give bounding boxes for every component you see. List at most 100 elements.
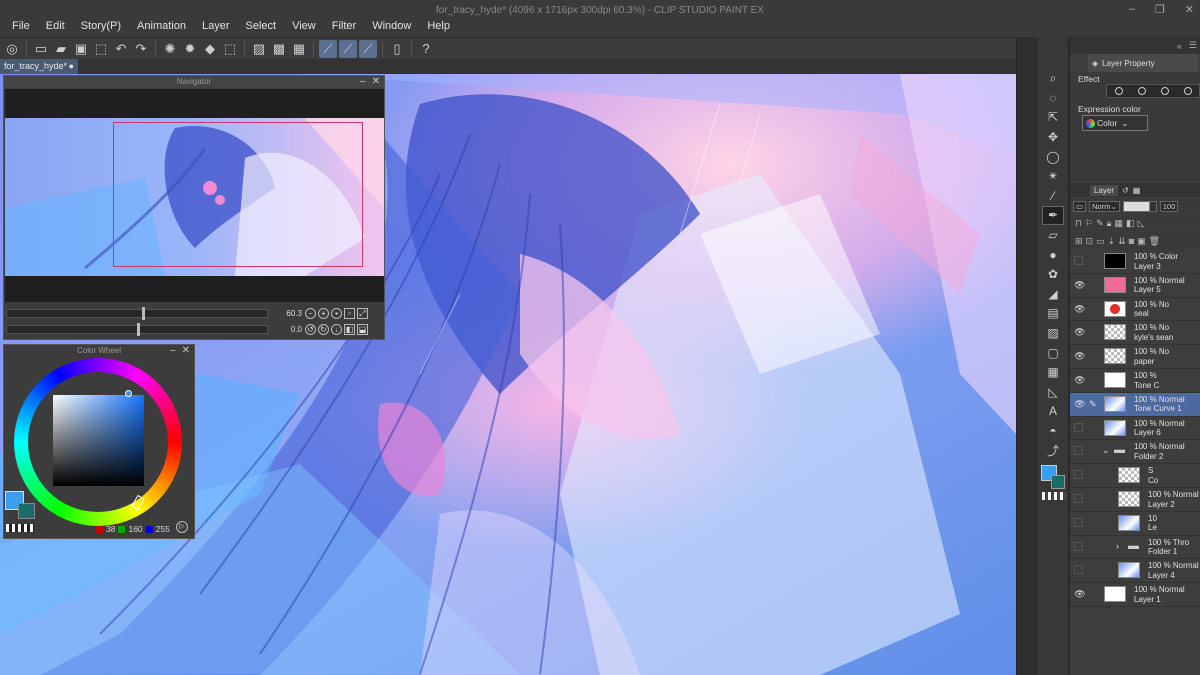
visibility-toggle-icon[interactable]: 👁︎: [1074, 375, 1085, 385]
layer-row[interactable]: 100 % Color Layer 3: [1070, 250, 1200, 274]
maximize-button[interactable]: ❐: [1155, 3, 1165, 16]
show-selection-icon[interactable]: ▦: [290, 40, 308, 58]
visibility-toggle-icon[interactable]: 👁︎: [1074, 589, 1085, 599]
rectangle-icon[interactable]: ▢: [1042, 343, 1064, 362]
snap-grid-icon[interactable]: ⟋: [359, 39, 377, 58]
color-picker-marker[interactable]: [125, 390, 132, 397]
opacity-slider[interactable]: [1122, 200, 1157, 212]
export-icon[interactable]: ⬚: [92, 40, 110, 58]
visibility-toggle-icon[interactable]: 👁︎: [1074, 399, 1085, 409]
zoom-slider-knob[interactable]: [142, 306, 146, 320]
apply-mask-icon[interactable]: ▣: [1137, 236, 1146, 247]
fit-navigator-icon[interactable]: ⤢: [357, 307, 368, 319]
layer-row[interactable]: › ▬ 100 % Thro Folder 1: [1070, 535, 1200, 560]
lasso-select-icon[interactable]: ◯: [1042, 147, 1064, 166]
menu-layer[interactable]: Layer: [194, 20, 238, 32]
layer-row[interactable]: 👁︎ 100 % No paper: [1070, 345, 1200, 369]
rotation-slider-knob[interactable]: [137, 322, 140, 336]
saturation-value-square[interactable]: [53, 395, 144, 486]
flip-horizontal-icon[interactable]: ◧: [344, 323, 355, 335]
folder-expand-icon[interactable]: ⌄: [1102, 445, 1110, 456]
snap-ruler-icon[interactable]: ⟋: [319, 39, 337, 58]
layer-row[interactable]: ⌄ ▬ 100 % Normal Folder 2: [1070, 440, 1200, 465]
balloon-icon[interactable]: ◓: [1042, 422, 1064, 441]
mask-icon[interactable]: ◙: [1129, 236, 1134, 246]
redo-icon[interactable]: ↷: [132, 40, 150, 58]
navigator-view-frame[interactable]: [113, 122, 363, 267]
tab-autoaction-icon[interactable]: ▦: [1133, 186, 1141, 195]
layer-row[interactable]: 👁︎ 100 % Tone C: [1070, 369, 1200, 393]
visibility-toggle-icon[interactable]: [1074, 256, 1083, 265]
visibility-toggle-icon[interactable]: [1074, 541, 1083, 551]
visibility-toggle-icon[interactable]: 👁︎: [1074, 327, 1085, 337]
layer-row[interactable]: 👁︎ 100 % No kyle's sean: [1070, 321, 1200, 346]
color-wheel-close-button[interactable]: ✕: [182, 345, 190, 357]
sub-color-swatch[interactable]: [1051, 475, 1065, 489]
collapse-icon[interactable]: «: [1177, 41, 1182, 51]
navigator-minimize-button[interactable]: –: [360, 76, 366, 88]
visibility-toggle-icon[interactable]: [1074, 517, 1083, 527]
snap-special-ruler-icon[interactable]: ⟋: [339, 39, 357, 58]
clear-outside-icon[interactable]: ✹: [181, 40, 199, 58]
new-folder-icon[interactable]: ▭: [1096, 236, 1105, 247]
border-effect-icon[interactable]: [1114, 87, 1123, 95]
save-icon[interactable]: ▣: [72, 40, 90, 58]
smartphone-icon[interactable]: ▯: [388, 40, 406, 58]
fill-icon[interactable]: ◆: [201, 40, 219, 58]
expression-color-select[interactable]: Color ⌄: [1082, 115, 1148, 131]
tab-layer-property[interactable]: ◈ Layer Property: [1088, 54, 1198, 72]
visibility-toggle-icon[interactable]: [1074, 422, 1083, 432]
layer-color-icon[interactable]: [1183, 87, 1192, 95]
menu-select[interactable]: Select: [238, 20, 285, 32]
color-mode-switch-icon[interactable]: ▷: [176, 521, 188, 533]
color-wheel-minimize-button[interactable]: –: [170, 345, 176, 357]
menu-story[interactable]: Story(P): [73, 20, 129, 32]
visibility-toggle-icon[interactable]: 👁︎: [1074, 304, 1085, 314]
rotate-left-icon[interactable]: ↺: [305, 323, 316, 335]
auto-select-icon[interactable]: ✴: [1042, 167, 1064, 186]
move-layer-icon[interactable]: ✥: [1042, 128, 1064, 147]
ruler-layer-icon[interactable]: ◺: [1137, 218, 1144, 229]
delete-layer-icon[interactable]: 🗑︎: [1149, 236, 1160, 247]
layer-row[interactable]: 100 % Normal Layer 2: [1070, 488, 1200, 512]
transfer-down-icon[interactable]: ⇣: [1108, 236, 1116, 247]
tab-layer[interactable]: Layer: [1090, 184, 1119, 196]
layer-mask-select[interactable]: ▭: [1073, 200, 1087, 212]
menu-help[interactable]: Help: [419, 20, 458, 32]
clear-icon[interactable]: ✺: [161, 40, 179, 58]
reset-rotation-icon[interactable]: ↓: [331, 323, 342, 335]
tab-history-icon[interactable]: ↺: [1122, 186, 1129, 195]
transparent-color-swatch[interactable]: [1042, 492, 1066, 500]
draft-layer-icon[interactable]: ✎: [1096, 218, 1104, 229]
transparent-color-chip[interactable]: [6, 524, 34, 532]
visibility-toggle-icon[interactable]: [1074, 446, 1083, 456]
lock-icon[interactable]: 🔒︎: [1107, 218, 1112, 229]
new-file-icon[interactable]: ▭: [32, 40, 50, 58]
rotate-right-icon[interactable]: ↻: [318, 323, 329, 335]
text-tool-icon[interactable]: A: [1042, 402, 1064, 421]
visibility-toggle-icon[interactable]: [1074, 494, 1083, 503]
gradient-icon[interactable]: ▤: [1042, 304, 1064, 323]
visibility-toggle-icon[interactable]: [1074, 470, 1083, 480]
invert-selection-icon[interactable]: ▩: [270, 40, 288, 58]
zoom-out-icon[interactable]: −: [305, 307, 316, 319]
operation-tool-icon[interactable]: ⇱: [1042, 108, 1064, 127]
new-raster-icon[interactable]: ⊞: [1075, 236, 1083, 247]
menu-file[interactable]: File: [4, 20, 38, 32]
extract-line-icon[interactable]: [1137, 87, 1146, 95]
eyedropper-icon[interactable]: ⁄: [1042, 187, 1064, 206]
close-button[interactable]: ✕: [1185, 3, 1194, 16]
folder-expand-icon[interactable]: ›: [1116, 541, 1119, 551]
pen-tool-icon[interactable]: ✒: [1042, 206, 1064, 225]
layer-row[interactable]: 👁︎ 100 % Normal Layer 1: [1070, 583, 1200, 607]
lock-transparent-icon[interactable]: ▦: [1114, 218, 1123, 229]
navigator-close-button[interactable]: ✕: [372, 76, 380, 88]
fit-screen-icon[interactable]: ▫: [344, 307, 355, 319]
visibility-toggle-icon[interactable]: [1074, 565, 1083, 575]
document-tab-close[interactable]: ●: [69, 61, 74, 72]
layer-row[interactable]: 👁︎ 100 % No seal: [1070, 297, 1200, 322]
open-folder-icon[interactable]: ▰: [52, 40, 70, 58]
frame-border-icon[interactable]: ▦: [1042, 363, 1064, 382]
blend-icon[interactable]: ●: [1042, 245, 1064, 264]
menu-view[interactable]: View: [284, 20, 324, 32]
